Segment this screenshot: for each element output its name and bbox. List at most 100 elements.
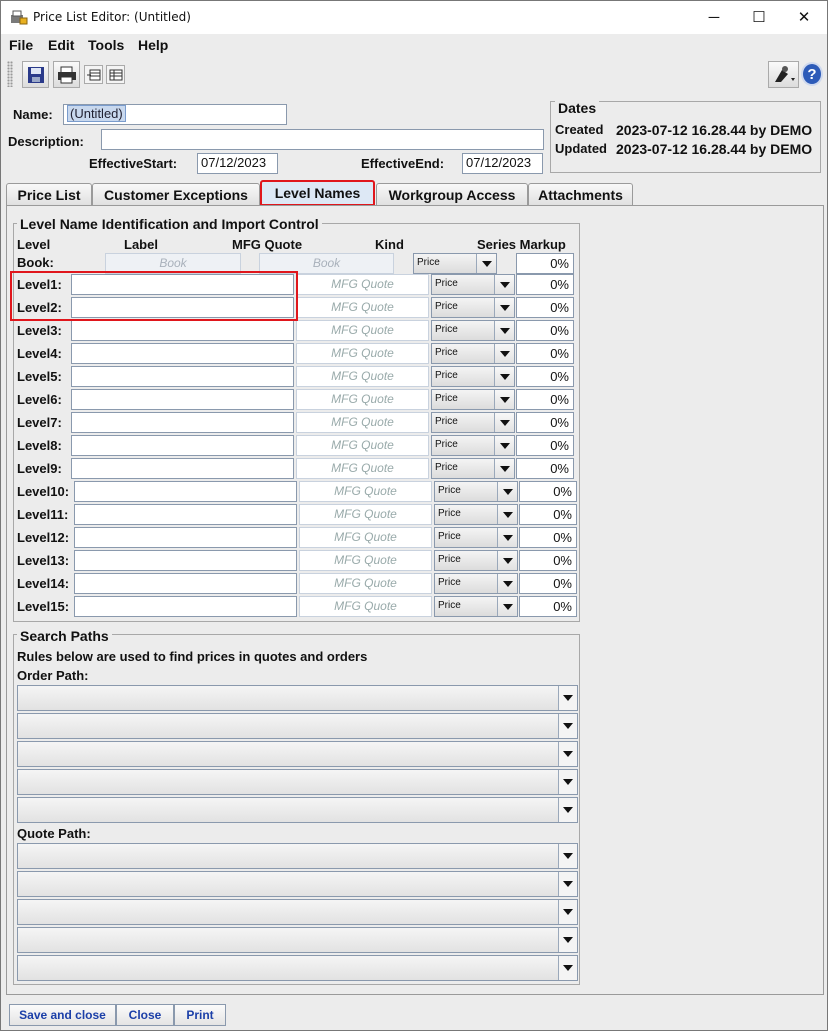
close-window-button[interactable]: ✕ [781, 1, 827, 33]
level-label-input[interactable] [74, 481, 297, 502]
level-markup-input[interactable]: 0% [516, 274, 574, 295]
tab-price-list[interactable]: Price List [6, 183, 92, 205]
level-markup-input[interactable]: 0% [519, 550, 577, 571]
print-button[interactable]: Print [174, 1004, 226, 1026]
chevron-down-icon [494, 298, 514, 317]
menu-help[interactable]: Help [138, 37, 168, 53]
level-kind-select[interactable]: Price [434, 504, 518, 525]
level-label-input[interactable] [71, 366, 294, 387]
level-kind-select[interactable]: Price [431, 458, 515, 479]
level-markup-input[interactable]: 0% [516, 320, 574, 341]
level-markup-input[interactable]: 0% [519, 527, 577, 548]
level-mfg-quote-input[interactable]: MFG Quote [296, 343, 429, 364]
grid-toolbar-button[interactable] [106, 65, 125, 84]
level-label-input[interactable] [74, 550, 297, 571]
book-markup-input[interactable]: 0% [516, 253, 574, 274]
level-mfg-quote-input[interactable]: MFG Quote [296, 435, 429, 456]
order-path-select[interactable] [17, 769, 578, 795]
toolbar-grip[interactable] [7, 61, 13, 87]
level-kind-select[interactable]: Price [431, 320, 515, 341]
level-mfg-quote-input[interactable]: MFG Quote [296, 458, 429, 479]
maximize-button[interactable]: ☐ [736, 1, 782, 33]
level-kind-select[interactable]: Price [431, 297, 515, 318]
pick-tool-button[interactable] [768, 61, 799, 88]
level-mfg-quote-input[interactable]: MFG Quote [299, 527, 432, 548]
level-kind-select[interactable]: Price [434, 481, 518, 502]
close-button[interactable]: Close [116, 1004, 174, 1026]
level-markup-input[interactable]: 0% [516, 297, 574, 318]
minimize-button[interactable]: ─ [691, 1, 737, 33]
level-markup-input[interactable]: 0% [516, 458, 574, 479]
tab-customer-exceptions[interactable]: Customer Exceptions [92, 183, 260, 205]
book-kind-select[interactable]: Price [413, 253, 497, 274]
order-path-select[interactable] [17, 741, 578, 767]
level-mfg-quote-input[interactable]: MFG Quote [296, 320, 429, 341]
level-kind-value: Price [438, 577, 461, 588]
level-kind-value: Price [438, 554, 461, 565]
level-markup-input[interactable]: 0% [519, 573, 577, 594]
save-toolbar-button[interactable] [22, 61, 49, 88]
effective-start-input[interactable]: 07/12/2023 [197, 153, 278, 174]
level-mfg-quote-input[interactable]: MFG Quote [296, 412, 429, 433]
level-mfg-quote-input[interactable]: MFG Quote [299, 481, 432, 502]
level-label-input[interactable] [71, 389, 294, 410]
level-label-input[interactable] [71, 320, 294, 341]
quote-path-select[interactable] [17, 927, 578, 953]
level-mfg-quote-input[interactable]: MFG Quote [299, 596, 432, 617]
save-and-close-button[interactable]: Save and close [9, 1004, 116, 1026]
export-toolbar-button[interactable] [84, 65, 103, 84]
level-kind-select[interactable]: Price [431, 343, 515, 364]
level-markup-input[interactable]: 0% [519, 504, 577, 525]
tab-level-names[interactable]: Level Names [260, 180, 375, 206]
quote-path-select[interactable] [17, 955, 578, 981]
help-button[interactable]: ? [801, 62, 823, 86]
order-path-select[interactable] [17, 685, 578, 711]
level-mfg-quote-input[interactable]: MFG Quote [296, 366, 429, 387]
effective-end-input[interactable]: 07/12/2023 [462, 153, 543, 174]
chevron-down-icon [476, 254, 496, 273]
level-kind-select[interactable]: Price [431, 412, 515, 433]
level-kind-select[interactable]: Price [431, 435, 515, 456]
order-path-select[interactable] [17, 797, 578, 823]
print-toolbar-button[interactable] [53, 61, 80, 88]
level-mfg-quote-input[interactable]: MFG Quote [299, 550, 432, 571]
level-markup-input[interactable]: 0% [519, 596, 577, 617]
level-kind-select[interactable]: Price [434, 596, 518, 617]
level-markup-input[interactable]: 0% [516, 412, 574, 433]
level-label-input[interactable] [71, 458, 294, 479]
quote-path-select[interactable] [17, 871, 578, 897]
level-markup-input[interactable]: 0% [516, 343, 574, 364]
description-input[interactable] [101, 129, 544, 150]
level-label-input[interactable] [71, 412, 294, 433]
level-label-input[interactable] [71, 435, 294, 456]
level-kind-select[interactable]: Price [434, 550, 518, 571]
menu-edit[interactable]: Edit [48, 37, 74, 53]
level-label-input[interactable] [74, 527, 297, 548]
order-path-select[interactable] [17, 713, 578, 739]
level-label-input[interactable] [74, 573, 297, 594]
level-kind-select[interactable]: Price [431, 389, 515, 410]
level-markup-input[interactable]: 0% [516, 435, 574, 456]
level-kind-select[interactable]: Price [434, 527, 518, 548]
level-kind-select[interactable]: Price [431, 366, 515, 387]
level-kind-select[interactable]: Price [434, 573, 518, 594]
level-mfg-quote-input[interactable]: MFG Quote [299, 573, 432, 594]
level-label-input[interactable] [74, 596, 297, 617]
tab-attachments[interactable]: Attachments [528, 183, 633, 205]
level-mfg-quote-input[interactable]: MFG Quote [296, 389, 429, 410]
quote-path-select[interactable] [17, 899, 578, 925]
level-mfg-quote-input[interactable]: MFG Quote [296, 297, 429, 318]
level-label-input[interactable] [74, 504, 297, 525]
level-markup-input[interactable]: 0% [516, 389, 574, 410]
menu-tools[interactable]: Tools [88, 37, 124, 53]
level-mfg-quote-input[interactable]: MFG Quote [299, 504, 432, 525]
quote-path-select[interactable] [17, 843, 578, 869]
tab-workgroup-access[interactable]: Workgroup Access [376, 183, 528, 205]
level-mfg-quote-input[interactable]: MFG Quote [296, 274, 429, 295]
level-label-input[interactable] [71, 343, 294, 364]
level-markup-input[interactable]: 0% [519, 481, 577, 502]
level-markup-input[interactable]: 0% [516, 366, 574, 387]
name-input[interactable]: (Untitled) [63, 104, 287, 125]
menu-file[interactable]: File [9, 37, 33, 53]
level-kind-select[interactable]: Price [431, 274, 515, 295]
